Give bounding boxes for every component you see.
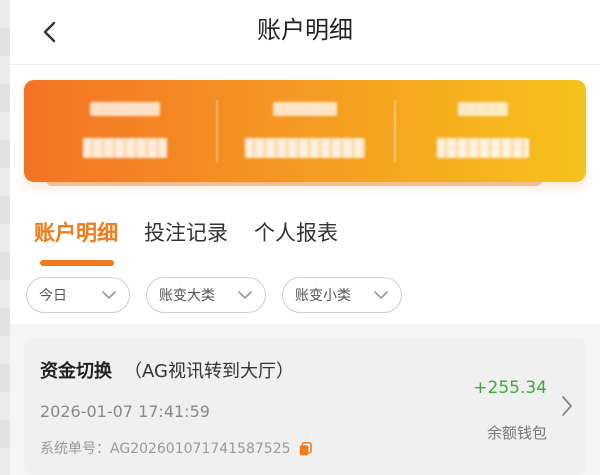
- summary-stat-3: [398, 98, 568, 164]
- summary-stat-2: [220, 98, 390, 164]
- chevron-down-icon: [238, 291, 252, 299]
- record-type: 资金切换: [40, 361, 112, 382]
- filter-major-category-label: 账变大类: [159, 288, 215, 304]
- filter-date[interactable]: 今日: [26, 277, 130, 313]
- tab-personal-report[interactable]: 个人报表: [254, 218, 338, 268]
- summary-divider: [394, 100, 396, 162]
- summary-card: [24, 80, 586, 182]
- summary-divider: [216, 100, 218, 162]
- tab-bar: 账户明细 投注记录 个人报表: [34, 218, 338, 268]
- chevron-down-icon: [374, 291, 388, 299]
- record-title: 资金切换 （AG视讯转到大厅）: [40, 358, 294, 386]
- filter-date-label: 今日: [39, 288, 67, 304]
- tab-bet-records[interactable]: 投注记录: [144, 218, 228, 268]
- filter-minor-category[interactable]: 账变小类: [282, 277, 402, 313]
- record-time: 2026-01-07 17:41:59: [40, 402, 210, 421]
- blurred-value: [245, 138, 365, 158]
- blurred-label: [90, 102, 160, 116]
- page-title: 账户明细: [257, 16, 353, 44]
- summary-stat-1: [40, 98, 210, 164]
- tab-account-detail[interactable]: 账户明细: [34, 218, 118, 268]
- record-wallet: 余额钱包: [486, 424, 547, 442]
- record-order: 系统单号： AG202601071741587525: [40, 438, 312, 460]
- copy-icon[interactable]: [299, 442, 312, 456]
- record-amount: +255.34: [473, 378, 547, 398]
- chevron-down-icon: [102, 291, 116, 299]
- filter-bar: 今日 账变大类 账变小类: [26, 277, 402, 313]
- blurred-label: [458, 102, 508, 116]
- record-detail: （AG视讯转到大厅）: [124, 361, 294, 382]
- order-label: 系统单号：: [40, 441, 110, 457]
- record-card[interactable]: 资金切换 （AG视讯转到大厅） 2026-01-07 17:41:59 系统单号：…: [24, 338, 587, 475]
- filter-major-category[interactable]: 账变大类: [146, 277, 266, 313]
- chevron-right-icon[interactable]: [557, 392, 577, 420]
- top-bar: 账户明细: [10, 0, 600, 65]
- filter-minor-category-label: 账变小类: [295, 288, 351, 304]
- blurred-value: [83, 138, 167, 158]
- blurred-value: [437, 138, 529, 158]
- order-number: AG202601071741587525: [110, 441, 291, 457]
- blurred-label: [273, 102, 337, 116]
- background-strip: [0, 0, 10, 475]
- account-detail-page: 账户明细 账户明细 投注记录 个人报表 今日 账变大类 账变小类 资金切换 （A…: [10, 0, 600, 475]
